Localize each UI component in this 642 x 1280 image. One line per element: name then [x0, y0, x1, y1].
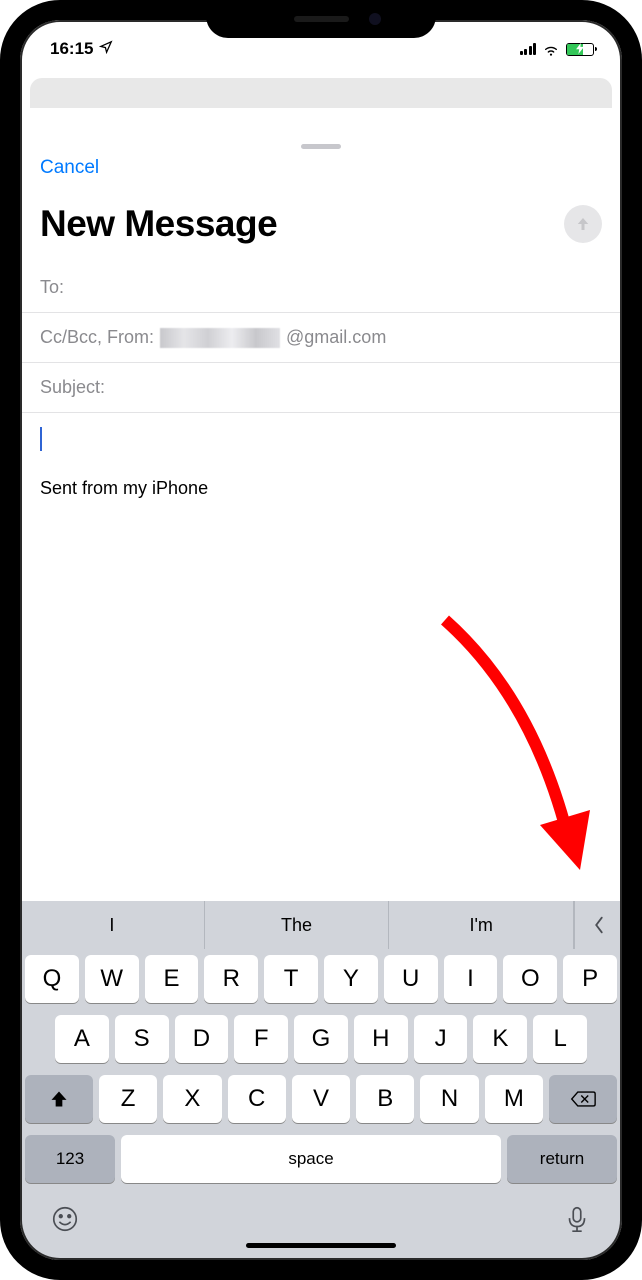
- key-u[interactable]: U: [384, 955, 438, 1003]
- key-t[interactable]: T: [264, 955, 318, 1003]
- key-h[interactable]: H: [354, 1015, 408, 1063]
- home-indicator[interactable]: [246, 1243, 396, 1248]
- key-v[interactable]: V: [292, 1075, 350, 1123]
- key-m[interactable]: M: [485, 1075, 543, 1123]
- mute-switch: [0, 165, 2, 200]
- page-title: New Message: [40, 203, 277, 245]
- volume-down-button: [0, 310, 2, 375]
- body-textarea[interactable]: Sent from my iPhone: [20, 413, 622, 901]
- key-n[interactable]: N: [420, 1075, 478, 1123]
- key-x[interactable]: X: [163, 1075, 221, 1123]
- to-field[interactable]: To:: [20, 263, 622, 313]
- prediction-2[interactable]: The: [205, 901, 390, 949]
- cancel-button[interactable]: Cancel: [40, 157, 99, 179]
- status-time: 16:15: [50, 39, 93, 59]
- ccbcc-from-label: Cc/Bcc, From:: [40, 327, 154, 348]
- from-domain: @gmail.com: [286, 327, 386, 348]
- send-button[interactable]: [564, 205, 602, 243]
- key-e[interactable]: E: [145, 955, 199, 1003]
- text-cursor: [40, 427, 42, 451]
- key-y[interactable]: Y: [324, 955, 378, 1003]
- space-key[interactable]: space: [121, 1135, 501, 1183]
- email-signature: Sent from my iPhone: [40, 478, 602, 499]
- delete-key[interactable]: [549, 1075, 617, 1123]
- key-f[interactable]: F: [234, 1015, 288, 1063]
- volume-up-button: [0, 230, 2, 295]
- prediction-bar: I The I'm: [20, 901, 622, 949]
- sheet-backdrop: [30, 78, 612, 108]
- battery-icon: [566, 43, 594, 56]
- key-w[interactable]: W: [85, 955, 139, 1003]
- key-b[interactable]: B: [356, 1075, 414, 1123]
- key-l[interactable]: L: [533, 1015, 587, 1063]
- from-address-redacted: [160, 328, 280, 348]
- key-s[interactable]: S: [115, 1015, 169, 1063]
- ccbcc-from-field[interactable]: Cc/Bcc, From: @gmail.com: [20, 313, 622, 363]
- key-o[interactable]: O: [503, 955, 557, 1003]
- shift-key[interactable]: [25, 1075, 93, 1123]
- keyboard: I The I'm Q W E R T Y U I O P: [20, 901, 622, 1260]
- location-services-icon: [99, 39, 113, 59]
- key-q[interactable]: Q: [25, 955, 79, 1003]
- subject-label: Subject:: [40, 377, 105, 398]
- key-a[interactable]: A: [55, 1015, 109, 1063]
- emoji-button[interactable]: [50, 1204, 80, 1237]
- to-label: To:: [40, 277, 64, 298]
- key-z[interactable]: Z: [99, 1075, 157, 1123]
- key-g[interactable]: G: [294, 1015, 348, 1063]
- notch: [206, 0, 436, 38]
- key-p[interactable]: P: [563, 955, 617, 1003]
- compose-sheet: Cancel New Message To: Cc/Bcc, From: @gm…: [20, 136, 622, 1260]
- cellular-signal-icon: [520, 43, 537, 55]
- key-r[interactable]: R: [204, 955, 258, 1003]
- prediction-3[interactable]: I'm: [389, 901, 574, 949]
- key-i[interactable]: I: [444, 955, 498, 1003]
- key-j[interactable]: J: [414, 1015, 468, 1063]
- dictation-button[interactable]: [562, 1204, 592, 1237]
- key-k[interactable]: K: [473, 1015, 527, 1063]
- toggle-format-bar-button[interactable]: [574, 901, 622, 949]
- subject-field[interactable]: Subject:: [20, 363, 622, 413]
- numbers-key[interactable]: 123: [25, 1135, 115, 1183]
- prediction-1[interactable]: I: [20, 901, 205, 949]
- key-d[interactable]: D: [175, 1015, 229, 1063]
- key-c[interactable]: C: [228, 1075, 286, 1123]
- return-key[interactable]: return: [507, 1135, 617, 1183]
- wifi-icon: [542, 42, 560, 56]
